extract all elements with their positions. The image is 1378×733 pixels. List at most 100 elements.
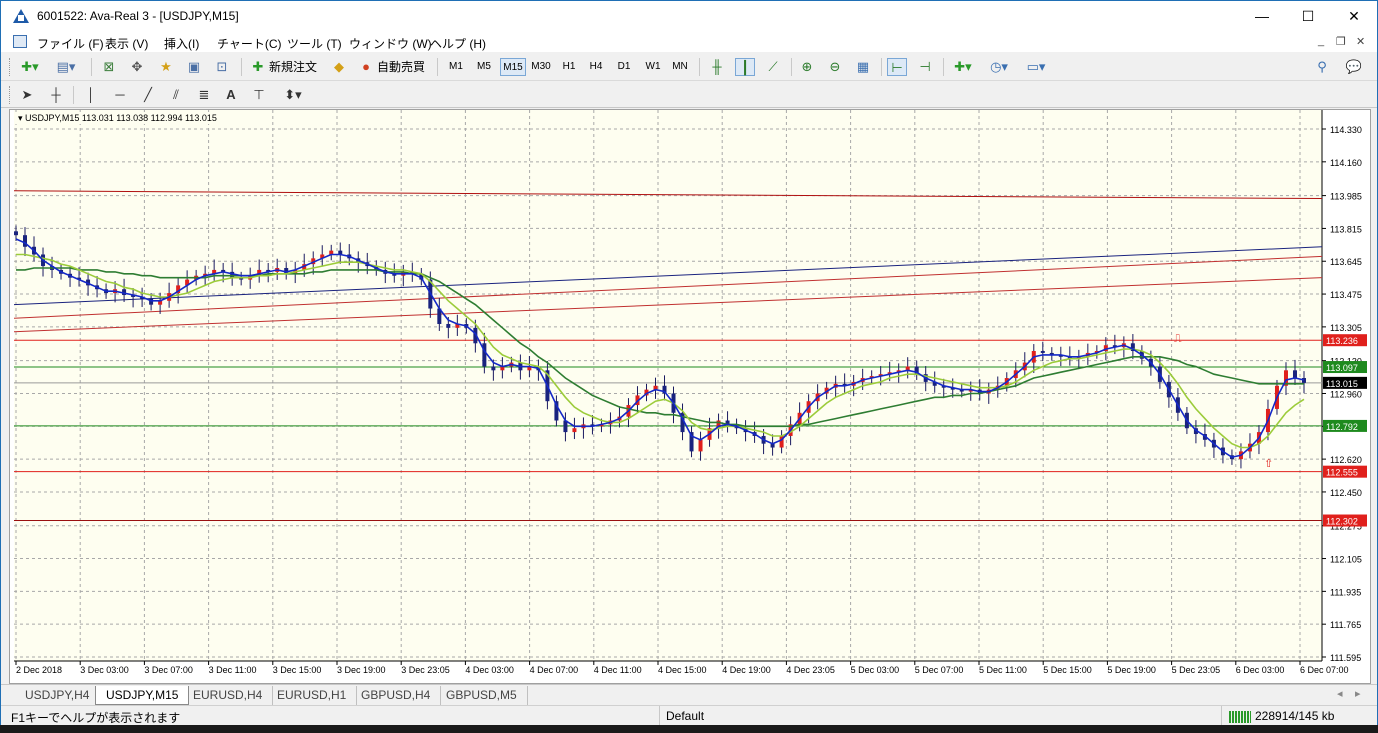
tile-icon[interactable]: ▦ (853, 58, 873, 76)
timeframe-m30-button[interactable]: M30 (528, 58, 554, 76)
mdi-close-button[interactable]: ✕ (1356, 35, 1365, 48)
symbol-info: ▾ USDJPY,M15 113.031 113.038 112.994 113… (18, 113, 217, 123)
tab-scroll-right-icon[interactable]: ▸ (1355, 687, 1361, 700)
chat-icon[interactable]: 💬 (1341, 58, 1367, 76)
menu-file[interactable]: ファイル (F) (37, 35, 104, 52)
x-tick-label: 3 Dec 11:00 (209, 665, 257, 675)
mdi-restore-button[interactable]: ❐ (1336, 35, 1346, 48)
new-chart-icon[interactable]: ✚▾ (17, 58, 43, 76)
auto-trading-button[interactable]: 自動売買 (377, 58, 425, 76)
timeframe-m5-button[interactable]: M5 (471, 58, 497, 76)
market-watch-icon[interactable]: ⊠ (99, 58, 119, 76)
x-tick-label: 5 Dec 07:00 (915, 665, 964, 675)
tab-eurusd-h4[interactable]: EURUSD,H4 (183, 686, 274, 705)
zoom-in-icon[interactable]: ⊕ (797, 58, 817, 76)
timeframe-mn-button[interactable]: MN (667, 58, 693, 76)
text-icon[interactable]: A (223, 86, 239, 104)
bar-chart-icon[interactable]: ╫ (707, 58, 727, 76)
timeframe-d1-button[interactable]: D1 (611, 58, 637, 76)
horizontal-line-icon[interactable]: ─ (111, 86, 129, 104)
drawing-toolbar: ➤ ┼ │ ─ ╱ ⫽ ≣ A ⊤ ⬍▾ (1, 81, 1377, 108)
menu-view[interactable]: 表示 (V) (105, 35, 148, 52)
candle-body (1040, 351, 1045, 353)
candlestick-icon[interactable]: ┃ (735, 58, 755, 76)
chart-window[interactable]: 114.330 114.160 113.985 113.815 113.645 113.4… (9, 109, 1371, 684)
x-tick-label: 4 Dec 23:05 (786, 665, 835, 675)
menu-help[interactable]: ヘルプ (H) (430, 35, 486, 52)
menu-charts[interactable]: チャート(C) (217, 35, 282, 52)
text-label-icon[interactable]: ⊤ (251, 86, 267, 104)
tab-scroll-left-icon[interactable]: ◂ (1337, 687, 1343, 700)
chart-tabs: USDJPY,H4 USDJPY,M15 EURUSD,H4 EURUSD,H1… (1, 684, 1377, 705)
templates-icon[interactable]: ▭▾ (1021, 58, 1051, 76)
new-order-button[interactable]: 新規注文 (269, 58, 317, 76)
x-tick-label: 5 Dec 11:00 (979, 665, 1027, 675)
vertical-line-icon[interactable]: │ (83, 86, 99, 104)
profiles-icon[interactable]: ▤▾ (53, 58, 79, 76)
new-order-icon[interactable]: ✚ (249, 58, 267, 76)
price-chart[interactable]: 114.330 114.160 113.985 113.815 113.645 113.4… (10, 110, 1370, 683)
timeframe-m1-button[interactable]: M1 (443, 58, 469, 76)
x-tick-label: 6 Dec 03:00 (1236, 665, 1285, 675)
timeframe-h4-button[interactable]: H4 (583, 58, 609, 76)
x-tick-label: 5 Dec 15:00 (1043, 665, 1092, 675)
minimize-button[interactable]: — (1239, 1, 1285, 32)
metaeditor-icon[interactable]: ◆ (329, 58, 349, 76)
equidistant-channel-icon[interactable]: ⫽ (167, 86, 185, 104)
chart-window-icon[interactable] (13, 35, 27, 48)
mdi-minimize-button[interactable]: _ (1318, 35, 1324, 47)
candle-body (1292, 370, 1297, 379)
taskbar-strip (0, 725, 1378, 733)
zoom-out-icon[interactable]: ⊖ (825, 58, 845, 76)
arrows-icon[interactable]: ⬍▾ (279, 86, 307, 104)
x-tick-label: 4 Dec 19:00 (722, 665, 771, 675)
candle-body (491, 366, 496, 371)
tab-usdjpy-m15[interactable]: USDJPY,M15 (95, 686, 190, 705)
title-bar[interactable]: 6001522: Ava-Real 3 - [USDJPY,M15] — ☐ ✕ (1, 1, 1377, 32)
search-icon[interactable]: ⚲ (1313, 58, 1331, 76)
timeframe-w1-button[interactable]: W1 (640, 58, 666, 76)
trendline-icon[interactable]: ╱ (139, 86, 157, 104)
x-tick-label: 3 Dec 15:00 (273, 665, 322, 675)
status-profile: Default (666, 709, 705, 723)
menu-insert[interactable]: 挿入(I) (164, 35, 199, 52)
x-tick-label: 4 Dec 15:00 (658, 665, 707, 675)
x-tick-label: 2 Dec 2018 (16, 665, 62, 675)
y-tick-label: 113.645 (1330, 257, 1362, 267)
connection-bars-icon (1229, 711, 1251, 723)
menu-bar: ファイル (F) 表示 (V) 挿入(I) チャート(C) ツール (T) ウィ… (1, 32, 1377, 52)
cursor-icon[interactable]: ➤ (19, 86, 35, 104)
x-tick-label: 5 Dec 03:00 (851, 665, 900, 675)
fibonacci-icon[interactable]: ≣ (195, 86, 213, 104)
autoscroll-icon[interactable]: ⊣ (915, 58, 935, 76)
tab-gbpusd-h4[interactable]: GBPUSD,H4 (351, 686, 442, 705)
periods-icon[interactable]: ◷▾ (985, 58, 1013, 76)
tab-gbpusd-m5[interactable]: GBPUSD,M5 (436, 686, 528, 705)
chart-shift-icon[interactable]: ⊢ (887, 58, 907, 76)
terminal-window: 6001522: Ava-Real 3 - [USDJPY,M15] — ☐ ✕… (0, 0, 1378, 733)
y-tick-label: 111.935 (1330, 587, 1361, 597)
tab-usdjpy-h4[interactable]: USDJPY,H4 (15, 686, 101, 705)
auto-trading-icon[interactable]: ● (357, 58, 375, 76)
price-label: 113.236 (1326, 336, 1358, 346)
tab-eurusd-h1[interactable]: EURUSD,H1 (267, 686, 358, 705)
line-chart-icon[interactable]: ⟋ (763, 58, 783, 76)
tester-icon[interactable]: ⊡ (212, 58, 232, 76)
menu-tools[interactable]: ツール (T) (287, 35, 342, 52)
candle-body (14, 231, 18, 236)
close-button[interactable]: ✕ (1331, 1, 1377, 32)
maximize-button[interactable]: ☐ (1285, 1, 1331, 32)
timeframe-m15-button[interactable]: M15 (500, 58, 526, 76)
terminal-icon[interactable]: ▣ (184, 58, 204, 76)
menu-window[interactable]: ウィンドウ (W) (349, 35, 432, 52)
y-tick-label: 111.595 (1330, 653, 1361, 663)
favorites-icon[interactable]: ★ (156, 58, 176, 76)
timeframe-h1-button[interactable]: H1 (556, 58, 582, 76)
plot-area (14, 110, 1322, 661)
toolbar-grip[interactable] (9, 86, 12, 104)
crosshair-icon[interactable]: ┼ (47, 86, 65, 104)
x-tick-label: 3 Dec 03:00 (80, 665, 129, 675)
indicators-icon[interactable]: ✚▾ (949, 58, 977, 76)
navigator-icon[interactable]: ✥ (127, 58, 147, 76)
toolbar-grip[interactable] (9, 58, 12, 76)
